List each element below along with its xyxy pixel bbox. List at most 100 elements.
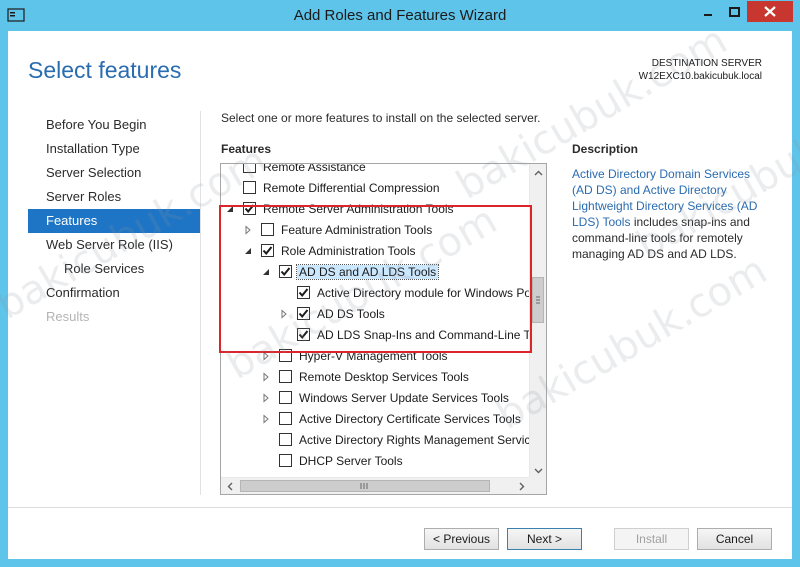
description-heading: Description [572, 142, 639, 156]
horizontal-scrollbar[interactable] [221, 477, 530, 494]
tree-item[interactable]: Remote Server Administration Tools [221, 199, 530, 220]
checkmark-icon [262, 246, 273, 256]
features-tree-viewport: Remote Assistance Remote Differential Com… [221, 164, 530, 479]
nav-item-server-selection[interactable]: Server Selection [28, 161, 200, 185]
checkbox-unchecked[interactable] [279, 412, 292, 425]
checkmark-icon [280, 267, 291, 277]
checkbox-unchecked[interactable] [279, 454, 292, 467]
checkbox-unchecked[interactable] [279, 391, 292, 404]
vertical-scroll-thumb[interactable] [532, 277, 544, 323]
wizard-content: Select features DESTINATION SERVER W12EX… [8, 31, 792, 559]
close-icon [764, 6, 776, 17]
chevron-down-icon [534, 468, 543, 473]
tree-item-label: Remote Differential Compression [263, 181, 440, 195]
vertical-scrollbar[interactable] [529, 164, 546, 479]
expanded-arrow-icon[interactable] [243, 246, 253, 256]
tree-item[interactable]: DHCP Server Tools [221, 451, 530, 472]
tree-item-label: AD DS Tools [317, 307, 385, 321]
maximize-icon [728, 6, 740, 17]
checkbox-checked[interactable] [261, 244, 274, 257]
destination-label: DESTINATION SERVER [651, 58, 762, 69]
footer-divider [8, 507, 792, 508]
collapsed-arrow-icon[interactable] [261, 351, 271, 361]
collapsed-arrow-icon[interactable] [261, 414, 271, 424]
tree-item[interactable]: Feature Administration Tools [221, 220, 530, 241]
collapsed-arrow-icon[interactable] [261, 393, 271, 403]
nav-item-results: Results [46, 309, 90, 324]
tree-item[interactable]: Windows Server Update Services Tools [221, 388, 530, 409]
horizontal-scroll-thumb[interactable] [240, 480, 490, 492]
checkbox-checked[interactable] [297, 307, 310, 320]
cancel-button[interactable]: Cancel [697, 528, 772, 550]
nav-item-server-roles[interactable]: Server Roles [28, 185, 200, 209]
tree-item-label: Role Administration Tools [281, 244, 416, 258]
wizard-nav: Before You Begin Installation Type Serve… [28, 113, 200, 329]
checkbox-checked[interactable] [297, 286, 310, 299]
wizard-window: Add Roles and Features Wizard Select fea… [0, 0, 800, 567]
checkbox-checked[interactable] [243, 202, 256, 215]
chevron-left-icon [227, 482, 232, 491]
nav-item-features[interactable]: Features [28, 209, 200, 233]
description-text: Active Directory Domain Services (AD DS)… [572, 166, 772, 262]
nav-divider [200, 111, 201, 495]
minimize-icon [704, 13, 712, 16]
tree-item-label: Hyper-V Management Tools [299, 349, 448, 363]
title-bar[interactable]: Add Roles and Features Wizard [0, 0, 800, 32]
scrollbar-corner [529, 477, 546, 494]
tree-item-label: Windows Server Update Services Tools [299, 391, 509, 405]
tree-item[interactable]: Remote Desktop Services Tools [221, 367, 530, 388]
chevron-up-icon [534, 170, 543, 175]
checkbox-unchecked[interactable] [243, 181, 256, 194]
nav-item-web-server-role[interactable]: Web Server Role (IIS) [28, 233, 200, 257]
nav-item-role-services[interactable]: Role Services [28, 257, 200, 281]
tree-item[interactable]: AD LDS Snap-Ins and Command-Line Tools [221, 325, 530, 346]
tree-item[interactable]: AD DS Tools [221, 304, 530, 325]
scroll-left-button[interactable] [221, 478, 238, 494]
checkbox-checked[interactable] [279, 265, 292, 278]
grip-icon [360, 483, 368, 489]
tree-item-label: Active Directory Rights Management Servi… [299, 433, 530, 447]
features-tree[interactable]: Remote Assistance Remote Differential Com… [220, 163, 547, 495]
tree-item[interactable]: Hyper-V Management Tools [221, 346, 530, 367]
checkbox-unchecked[interactable] [261, 223, 274, 236]
maximize-button[interactable] [721, 1, 747, 22]
checkmark-icon [298, 330, 309, 340]
nav-item-before-you-begin[interactable]: Before You Begin [28, 113, 200, 137]
collapsed-arrow-icon[interactable] [243, 225, 253, 235]
checkbox-unchecked[interactable] [279, 433, 292, 446]
instruction-text: Select one or more features to install o… [221, 111, 541, 125]
tree-item-label: AD LDS Snap-Ins and Command-Line Tools [317, 328, 530, 342]
expanded-arrow-icon[interactable] [261, 267, 271, 277]
next-button[interactable]: Next > [507, 528, 582, 550]
checkbox-unchecked[interactable] [243, 164, 256, 173]
scroll-up-button[interactable] [530, 164, 546, 181]
scroll-right-button[interactable] [513, 478, 530, 494]
page-title: Select features [28, 57, 182, 83]
tree-item[interactable]: Active Directory module for Windows Powe… [221, 283, 530, 304]
tree-item[interactable]: Active Directory Certificate Services To… [221, 409, 530, 430]
collapsed-arrow-icon[interactable] [261, 372, 271, 382]
nav-item-confirmation[interactable]: Confirmation [28, 281, 200, 305]
grip-icon [536, 296, 540, 304]
tree-item[interactable]: Remote Assistance [221, 164, 530, 178]
tree-item-label: Remote Assistance [263, 164, 366, 174]
collapsed-arrow-icon[interactable] [279, 309, 289, 319]
close-button[interactable] [747, 1, 793, 22]
tree-item[interactable]: Active Directory Rights Management Servi… [221, 430, 530, 451]
tree-item[interactable]: Remote Differential Compression [221, 178, 530, 199]
tree-item[interactable]: AD DS and AD LDS Tools [221, 262, 530, 283]
tree-item-label: Active Directory module for Windows Powe… [317, 286, 530, 300]
tree-item[interactable]: Role Administration Tools [221, 241, 530, 262]
features-heading: Features [221, 142, 272, 156]
checkbox-unchecked[interactable] [279, 349, 292, 362]
expanded-arrow-icon[interactable] [225, 204, 235, 214]
checkbox-checked[interactable] [297, 328, 310, 341]
install-button: Install [614, 528, 689, 550]
nav-item-installation-type[interactable]: Installation Type [28, 137, 200, 161]
previous-button[interactable]: < Previous [424, 528, 499, 550]
destination-server-info: DESTINATION SERVER W12EXC10.bakicubuk.lo… [639, 57, 762, 83]
checkbox-unchecked[interactable] [279, 370, 292, 383]
minimize-button[interactable] [695, 1, 721, 22]
window-title: Add Roles and Features Wizard [293, 7, 507, 24]
tree-item-label: Feature Administration Tools [281, 223, 433, 237]
